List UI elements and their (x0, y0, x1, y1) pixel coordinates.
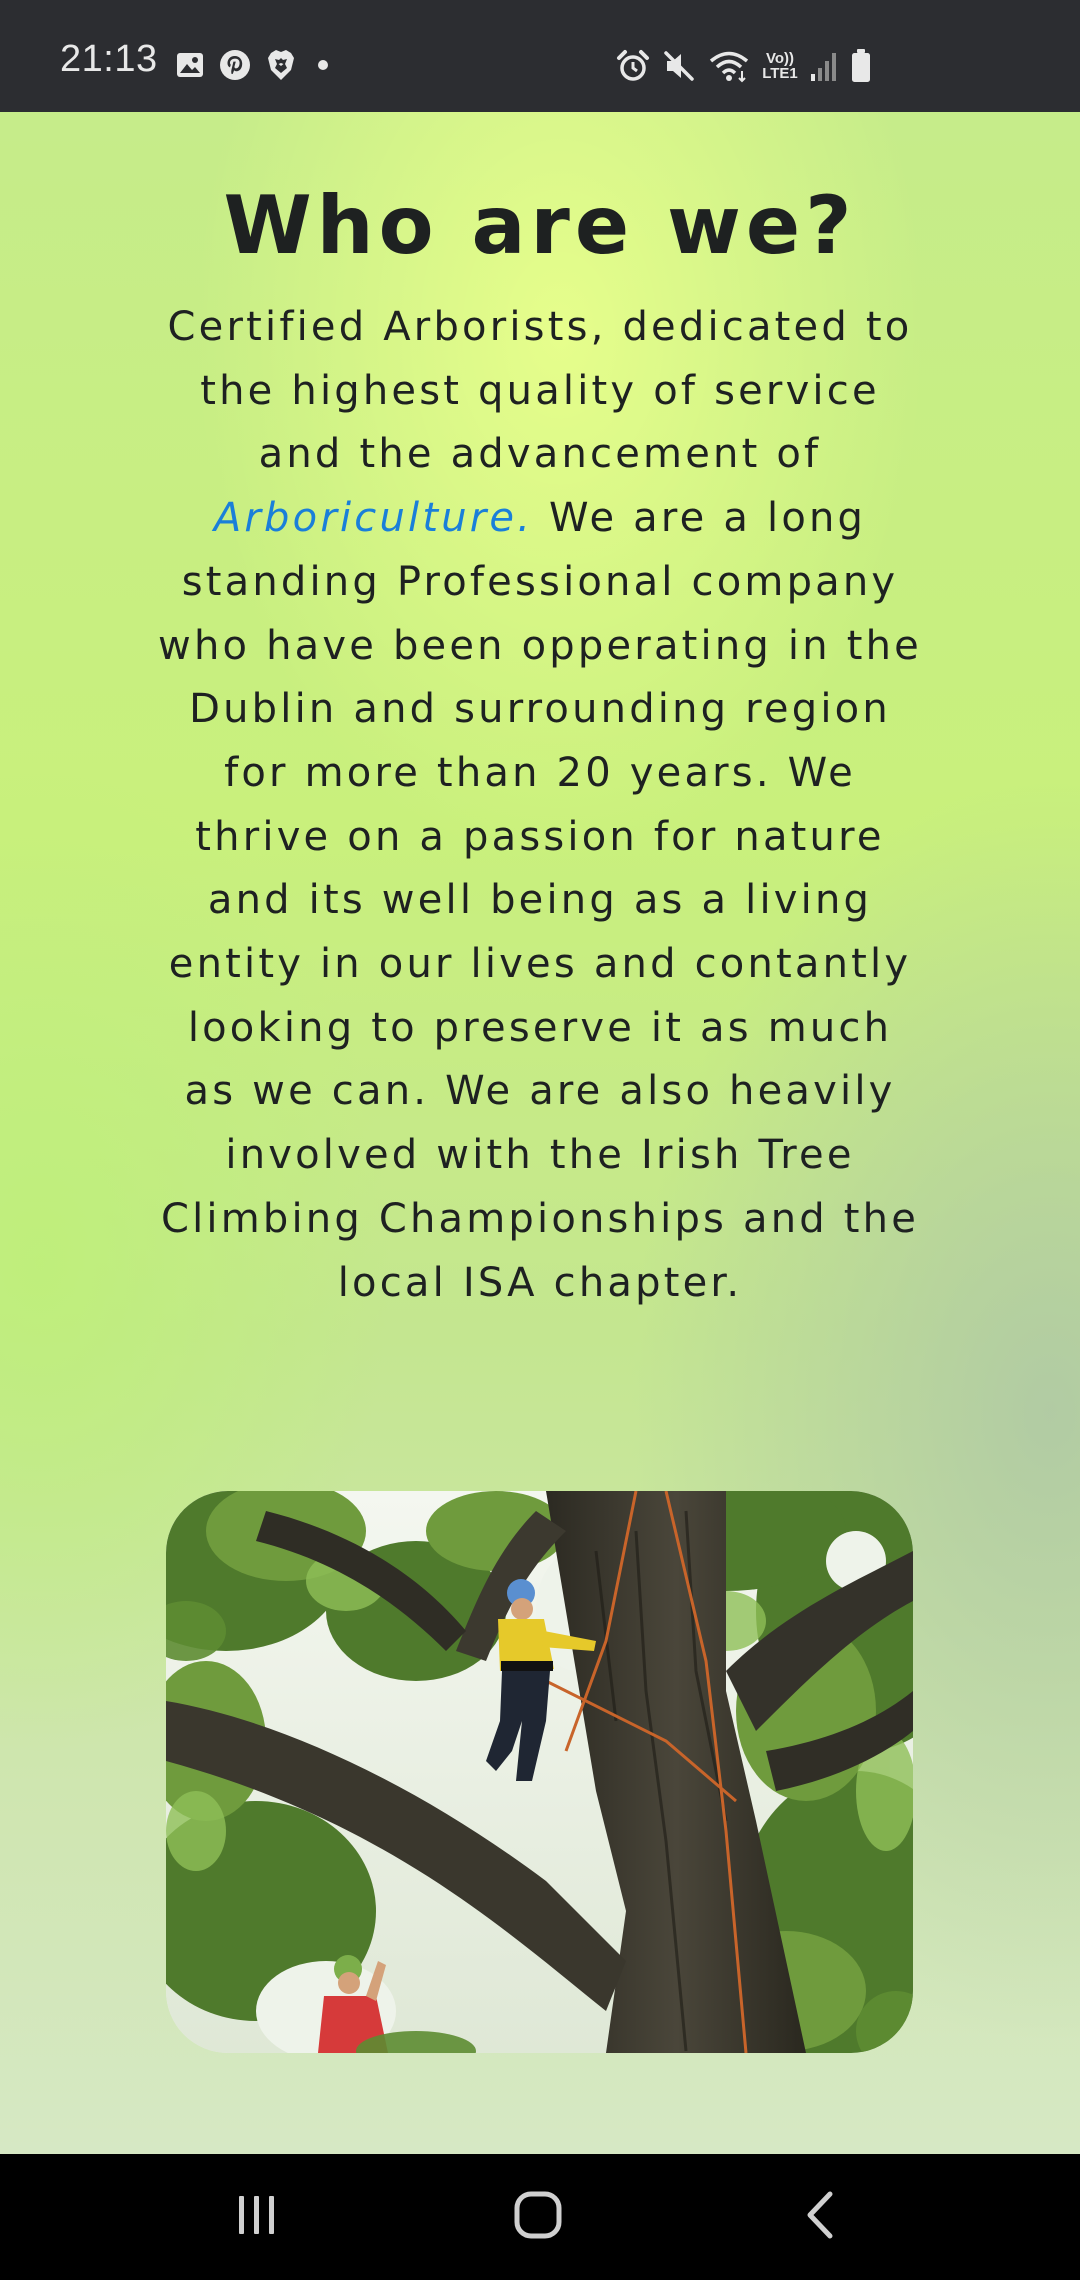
recent-apps-button[interactable] (217, 2182, 297, 2252)
notification-icons (175, 48, 335, 82)
status-bar: 21:13 Vo)) LTE1 (0, 0, 1080, 112)
intro-paragraph: Certified Arborists, dedicated to the hi… (155, 296, 925, 1315)
brave-icon (265, 48, 297, 82)
alarm-icon (616, 49, 650, 83)
wifi-icon (708, 49, 750, 83)
navigation-bar (0, 2154, 1080, 2280)
recent-apps-icon (233, 2192, 281, 2242)
status-time: 21:13 (60, 38, 158, 80)
intro-text-start: Certified Arborists, dedicated to the hi… (167, 304, 913, 478)
about-section: Who are we? Certified Arborists, dedicat… (0, 112, 1080, 2154)
mute-icon (662, 49, 696, 83)
battery-icon (850, 48, 872, 84)
page-title: Who are we? (223, 179, 857, 272)
tree-climbing-photo (166, 1491, 913, 2053)
phone-screen: 21:13 Vo)) LTE1 Who are we? Certified Ar… (0, 0, 1080, 2280)
back-icon (800, 2190, 840, 2244)
more-dot-icon (311, 55, 335, 75)
arboriculture-link[interactable]: Arboriculture. (214, 495, 533, 541)
pinterest-icon (219, 49, 251, 81)
gallery-icon (175, 50, 205, 80)
system-icons: Vo)) LTE1 (616, 48, 872, 84)
home-button[interactable] (498, 2182, 578, 2252)
home-icon (513, 2190, 563, 2244)
intro-text-end: We are a long standing Professional comp… (158, 495, 922, 1306)
signal-icon (810, 50, 838, 82)
back-button[interactable] (780, 2182, 860, 2252)
network-icon: Vo)) LTE1 (762, 50, 798, 82)
